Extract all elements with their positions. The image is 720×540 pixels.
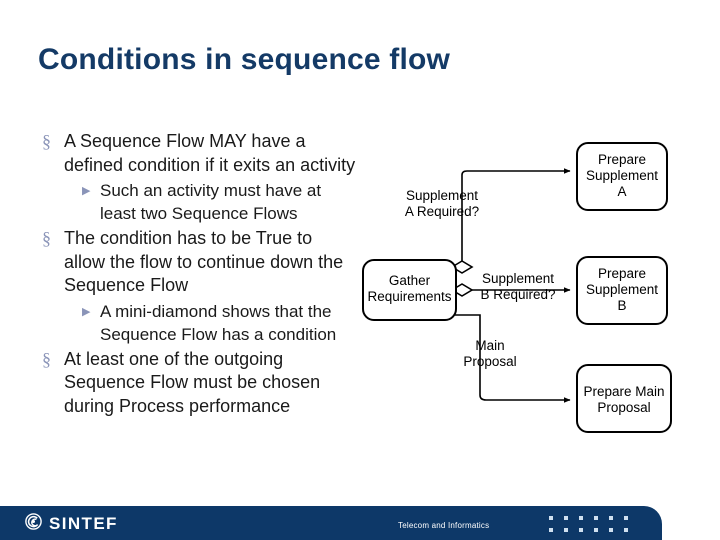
bpmn-diagram: Gather Requirements Prepare Supplement A… [355, 125, 685, 445]
footer-dot [594, 528, 598, 532]
footer-dot [549, 516, 553, 520]
bullet-item-3: § The condition has to be True to allow … [38, 227, 358, 298]
task-prepare-supplement-a[interactable]: Prepare Supplement A [576, 142, 668, 211]
bullet-marker-triangle-icon: ▶ [82, 185, 91, 197]
bullet-item-2: ▶ Such an activity must have at least tw… [38, 179, 358, 225]
flow-label-line1: Supplement [406, 188, 478, 203]
bullet-marker-triangle-icon: ▶ [82, 305, 91, 318]
bullet-item-1: § A Sequence Flow MAY have a defined con… [38, 130, 358, 177]
footer-dot [624, 516, 628, 520]
task-prepare-main-proposal[interactable]: Prepare Main Proposal [576, 364, 672, 433]
task-label-line1: Prepare [598, 152, 646, 167]
flow-label-main-proposal: Main Proposal [463, 338, 516, 369]
task-gather-requirements[interactable]: Gather Requirements [362, 259, 457, 321]
sintef-logo: SINTEF [25, 513, 118, 535]
flow-label-supplement-b: Supplement B Required? [480, 271, 555, 302]
bullet-list: § A Sequence Flow MAY have a defined con… [38, 130, 358, 420]
footer-dot [624, 528, 628, 532]
footer-department-label: Telecom and Informatics [398, 521, 490, 530]
page-title: Conditions in sequence flow [38, 43, 451, 76]
bullet-item-5: § At least one of the outgoing Sequence … [38, 348, 358, 419]
sequence-flow-supplement-a [461, 168, 571, 267]
task-label-line1: Prepare Main [583, 384, 664, 399]
bullet-text: At least one of the outgoing Sequence Fl… [64, 348, 321, 416]
flow-label-supplement-a: Supplement A Required? [405, 188, 479, 219]
task-label-line3: A [617, 184, 626, 199]
footer-dot [579, 516, 583, 520]
flow-label-line2: A Required? [405, 204, 479, 219]
flow-label-line2: Proposal [463, 354, 516, 369]
footer-dot [564, 516, 568, 520]
task-label-line2: Requirements [367, 289, 451, 304]
sintef-mark-icon [25, 513, 42, 535]
sintef-wordmark: SINTEF [49, 514, 118, 533]
flow-label-line1: Supplement [482, 271, 554, 286]
footer-dot [564, 528, 568, 532]
bullet-marker-section-icon: § [42, 131, 51, 151]
bullet-item-4: ▶ A mini-diamond shows that the Sequence… [38, 300, 358, 346]
bullet-text: A Sequence Flow MAY have a defined condi… [64, 131, 356, 175]
task-label-line2: Proposal [597, 400, 650, 415]
flow-label-line2: B Required? [480, 287, 555, 302]
footer-dot [549, 528, 553, 532]
bullet-text: The condition has to be True to allow th… [64, 228, 344, 295]
footer-dot [609, 528, 613, 532]
bullet-marker-section-icon: § [42, 348, 51, 369]
bullet-text: A mini-diamond shows that the Sequence F… [100, 301, 337, 344]
task-label-line3: B [617, 298, 626, 313]
slide: Conditions in sequence flow § A Sequence… [0, 0, 720, 540]
task-label-line2: Supplement [586, 282, 658, 297]
task-label-line1: Gather [389, 273, 431, 288]
flow-label-line1: Main [475, 338, 504, 353]
footer-dot [579, 528, 583, 532]
task-label-line2: Supplement [586, 168, 658, 183]
footer-dot [594, 516, 598, 520]
footer-dot [609, 516, 613, 520]
bullet-marker-section-icon: § [42, 228, 51, 248]
bullet-text: Such an activity must have at least two … [100, 181, 322, 223]
task-prepare-supplement-b[interactable]: Prepare Supplement B [576, 256, 668, 325]
footer-dot-grid [549, 516, 639, 540]
task-label-line1: Prepare [598, 266, 646, 281]
